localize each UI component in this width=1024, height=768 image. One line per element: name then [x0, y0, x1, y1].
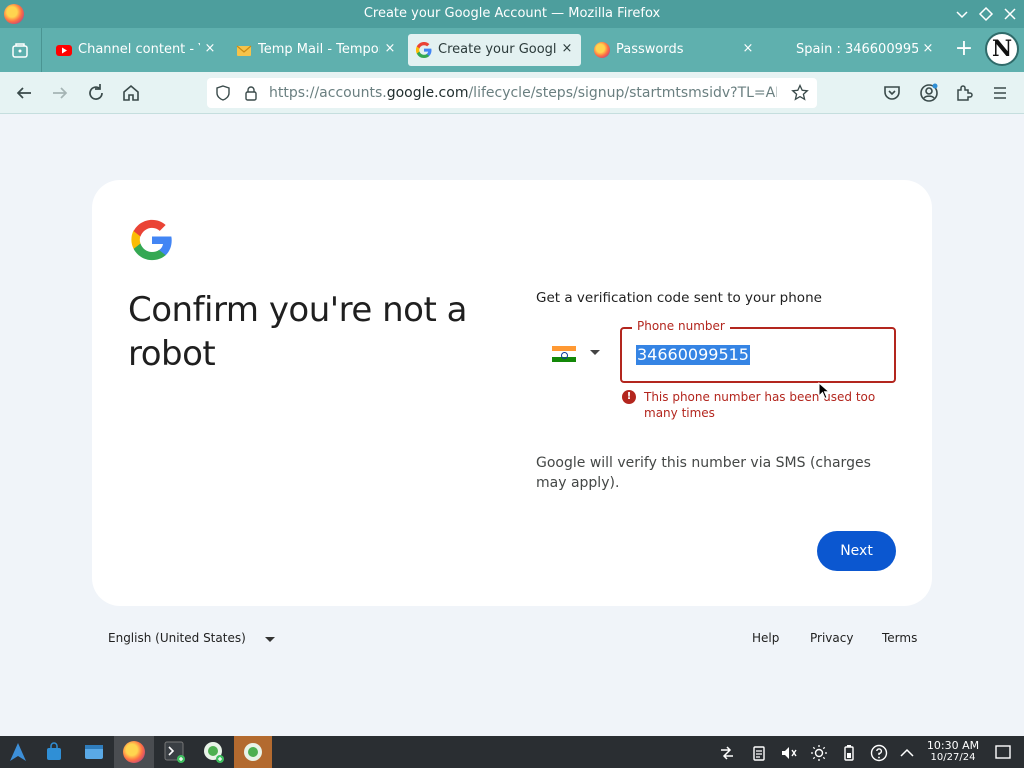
pocket-button[interactable] — [880, 81, 904, 105]
tab-strip: Channel content - Y × Temp Mail - Tempor… — [0, 28, 1024, 72]
new-tab-button[interactable]: + — [952, 38, 976, 62]
phone-number-field[interactable]: Phone number 34660099515 — [620, 319, 896, 383]
page-title: Confirm you're not a robot — [128, 290, 467, 374]
close-tab-icon[interactable]: × — [740, 40, 756, 58]
tray-expand-chevron-icon[interactable] — [898, 744, 916, 762]
tab-passwords[interactable]: Passwords × — [586, 34, 762, 66]
lock-icon[interactable] — [243, 85, 259, 101]
chevron-down-icon[interactable] — [265, 637, 275, 642]
mail-icon — [236, 45, 252, 56]
phone-number-label: Phone number — [632, 319, 730, 333]
close-tab-icon[interactable]: × — [559, 40, 575, 58]
chevron-down-icon — [590, 350, 600, 355]
taskbar-app-store[interactable] — [34, 736, 74, 768]
error-icon: ! — [622, 390, 636, 404]
tab-create-google-account[interactable]: Create your Google × — [408, 34, 581, 66]
home-icon — [123, 84, 139, 101]
page-subtitle: Get a verification code sent to your pho… — [536, 290, 822, 306]
taskbar-clock[interactable]: 10:30 AM 10/27/24 — [922, 739, 984, 764]
mouse-cursor-icon — [818, 382, 830, 400]
india-flag-icon — [552, 346, 576, 362]
tray-help-icon[interactable] — [870, 744, 888, 762]
back-arrow-icon — [16, 87, 31, 99]
tab-label: Temp Mail - Tempor — [258, 42, 380, 57]
next-button[interactable]: Next — [817, 531, 896, 571]
store-bag-icon — [47, 742, 61, 760]
taskbar: 10:30 AM 10/27/24 — [0, 736, 1024, 768]
folder-icon — [85, 745, 103, 759]
window-titlebar: Create your Google Account — Mozilla Fir… — [0, 0, 1024, 28]
close-tab-icon[interactable]: × — [202, 40, 218, 58]
tray-network-icon[interactable] — [718, 744, 736, 762]
google-logo-icon — [131, 219, 172, 261]
google-icon — [416, 42, 432, 58]
navigation-bar: https://accounts.google.com/lifecycle/st… — [0, 72, 1024, 114]
menu-button[interactable] — [988, 81, 1012, 105]
tab-spain-number[interactable]: Spain : 346600995 × — [766, 34, 942, 66]
firefox-view-button[interactable] — [0, 28, 42, 72]
close-tab-icon[interactable]: × — [920, 40, 936, 58]
privacy-link[interactable]: Privacy — [810, 631, 853, 645]
terms-link[interactable]: Terms — [882, 631, 917, 645]
tray-clipboard-icon[interactable] — [750, 744, 768, 762]
youtube-icon — [56, 45, 72, 56]
window-title: Create your Google Account — Mozilla Fir… — [363, 6, 661, 21]
account-button[interactable] — [917, 81, 941, 105]
forward-arrow-icon — [53, 87, 68, 99]
tab-label: Passwords — [616, 42, 684, 57]
app-launcher-button[interactable] — [0, 736, 34, 768]
tab-label: Spain : 346600995 — [796, 42, 918, 57]
reload-icon — [89, 84, 103, 100]
close-tab-icon[interactable]: × — [382, 40, 398, 58]
pocket-icon — [884, 86, 900, 100]
reload-button[interactable] — [84, 81, 108, 105]
clock-date: 10/27/24 — [930, 752, 976, 763]
firefox-view-icon — [12, 43, 28, 58]
taskbar-app-two[interactable] — [234, 736, 272, 768]
taskbar-file-manager[interactable] — [74, 736, 114, 768]
forward-button[interactable] — [48, 81, 72, 105]
back-button[interactable] — [12, 81, 36, 105]
tray-volume-muted-icon[interactable] — [780, 744, 798, 762]
tab-label: Create your Google — [438, 42, 557, 57]
tab-temp-mail[interactable]: Temp Mail - Tempor × — [228, 34, 404, 66]
phone-number-input[interactable]: 34660099515 — [636, 345, 750, 365]
close-window-icon[interactable] — [1000, 4, 1020, 24]
arch-logo-icon — [10, 743, 26, 761]
error-text: This phone number has been used too many… — [644, 390, 876, 420]
show-desktop-icon[interactable] — [994, 743, 1012, 761]
tracking-protection-icon[interactable] — [215, 85, 231, 101]
puzzle-icon — [957, 85, 973, 101]
sms-note: Google will verify this number via SMS (… — [536, 455, 871, 491]
account-icon — [920, 83, 938, 102]
tray-brightness-icon[interactable] — [810, 744, 828, 762]
language-selector[interactable]: English (United States) — [108, 631, 246, 645]
app-icon — [244, 743, 262, 761]
taskbar-firefox[interactable] — [114, 736, 154, 768]
profile-avatar[interactable]: N — [985, 32, 1019, 66]
taskbar-app-one[interactable] — [194, 736, 234, 768]
maximize-icon[interactable] — [976, 4, 996, 24]
country-selector[interactable] — [546, 340, 608, 370]
help-link[interactable]: Help — [752, 631, 779, 645]
bookmark-star-icon[interactable] — [791, 84, 809, 102]
tab-channel-content[interactable]: Channel content - Y × — [48, 34, 224, 66]
tray-battery-icon[interactable] — [840, 744, 858, 762]
extensions-button[interactable] — [952, 81, 976, 105]
minimize-icon[interactable] — [952, 4, 972, 24]
url-text: https://accounts.google.com/lifecycle/st… — [269, 85, 777, 101]
tab-label: Channel content - Y — [78, 42, 200, 57]
hamburger-menu-icon — [994, 87, 1006, 99]
app-icon — [204, 742, 224, 763]
clock-time: 10:30 AM — [926, 739, 980, 752]
taskbar-terminal[interactable] — [154, 736, 194, 768]
home-button[interactable] — [119, 81, 143, 105]
firefox-icon — [594, 42, 610, 58]
firefox-icon — [123, 741, 145, 763]
url-bar[interactable]: https://accounts.google.com/lifecycle/st… — [207, 78, 817, 108]
terminal-icon — [164, 741, 185, 763]
